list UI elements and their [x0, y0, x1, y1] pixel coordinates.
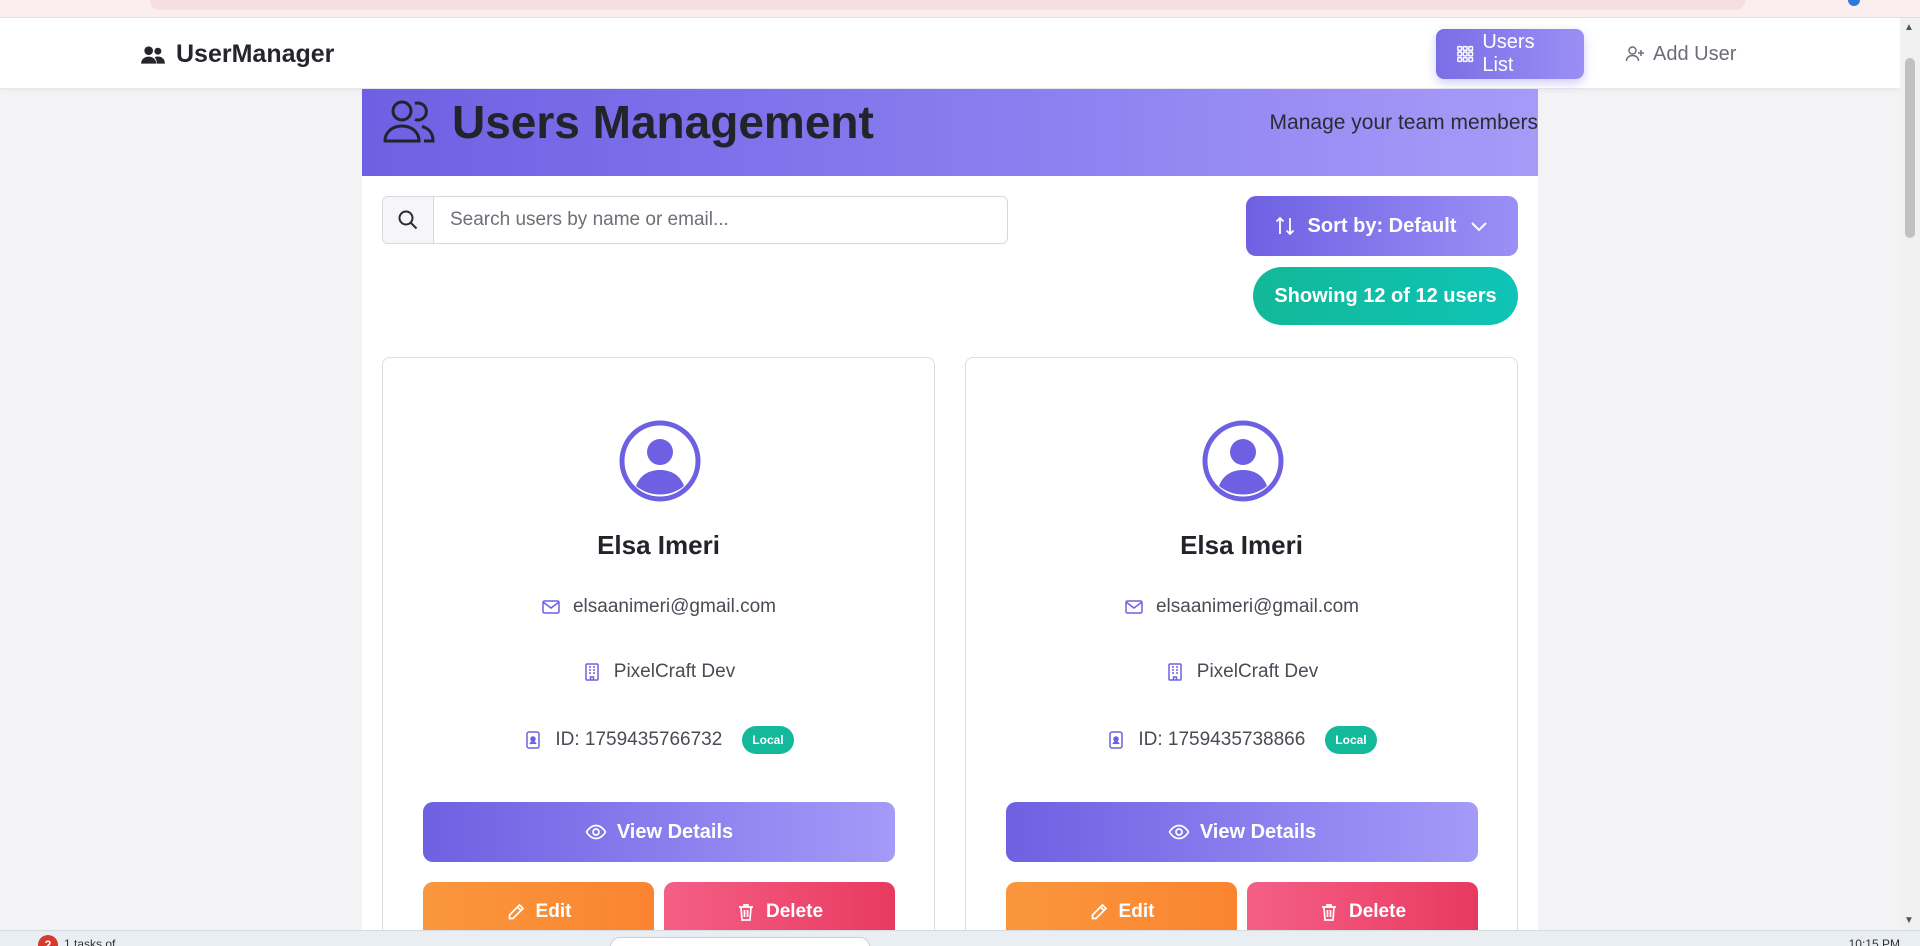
- sort-arrows-icon: [1275, 216, 1294, 236]
- user-email: elsaanimeri@gmail.com: [1155, 596, 1360, 617]
- view-details-button[interactable]: View Details: [1006, 802, 1478, 862]
- user-email-row: elsaanimeri@gmail.com: [966, 596, 1517, 618]
- user-company-row: PixelCraft Dev: [383, 661, 934, 683]
- user-email: elsaanimeri@gmail.com: [572, 596, 777, 617]
- user-name: Elsa Imeri: [597, 530, 720, 560]
- eye-icon: [1168, 824, 1190, 840]
- nav-add-user-label: Add User: [1653, 42, 1737, 65]
- grid-icon: [1457, 45, 1474, 63]
- user-count-badge: Showing 12 of 12 users: [1253, 267, 1518, 325]
- os-taskbar: 2 1 tasks of... 10:15 PM: [0, 930, 1920, 946]
- sort-dropdown[interactable]: Sort by: Default: [1246, 196, 1518, 256]
- view-details-label: View Details: [1199, 820, 1317, 843]
- nav-users-list[interactable]: Users List: [1436, 29, 1584, 79]
- pencil-icon: [1091, 903, 1107, 920]
- person-plus-icon: [1625, 46, 1644, 62]
- edit-label: Edit: [1118, 901, 1155, 922]
- search-bar: [382, 196, 1008, 244]
- user-card: Elsa Imeri elsaanimeri@gmail.com PixelCr…: [965, 357, 1518, 946]
- page-subtitle: Manage your team members: [1269, 111, 1538, 134]
- page-title-text: Users Management: [452, 96, 874, 148]
- user-name: Elsa Imeri: [1180, 530, 1303, 560]
- user-company: PixelCraft Dev: [1196, 661, 1319, 682]
- delete-label: Delete: [765, 901, 824, 922]
- page-scrollbar[interactable]: ▲ ▼: [1900, 18, 1920, 930]
- nav-add-user[interactable]: Add User: [1605, 29, 1756, 79]
- user-id-row: ID: 1759435766732 Local: [383, 726, 934, 754]
- user-id-row: ID: 1759435738866 Local: [966, 726, 1517, 754]
- top-navbar: UserManager Users List Add User: [0, 18, 1900, 89]
- user-avatar-icon: [1202, 420, 1284, 502]
- view-details-label: View Details: [616, 820, 734, 843]
- pencil-icon: [508, 903, 524, 920]
- local-badge: Local: [1325, 726, 1377, 754]
- id-badge-icon: [1109, 731, 1124, 749]
- page-title: Users Management: [382, 95, 874, 149]
- user-id: ID: 1759435738866: [1138, 729, 1306, 750]
- search-input[interactable]: [434, 197, 1007, 243]
- building-icon: [585, 663, 599, 681]
- nav-users-list-label: Users List: [1482, 31, 1535, 76]
- users-panel: Users Management Manage your team member…: [362, 89, 1538, 946]
- brand-logo[interactable]: UserManager: [140, 40, 334, 69]
- view-details-button[interactable]: View Details: [423, 802, 895, 862]
- user-company-row: PixelCraft Dev: [966, 661, 1517, 683]
- user-avatar-icon: [619, 420, 701, 502]
- browser-address-bar[interactable]: [150, 0, 1745, 10]
- building-icon: [1168, 663, 1182, 681]
- eye-icon: [585, 824, 607, 840]
- taskbar-search[interactable]: [610, 937, 870, 946]
- taskbar-clock: 10:15 PM: [1848, 937, 1900, 946]
- edit-label: Edit: [535, 901, 572, 922]
- search-icon: [383, 197, 434, 243]
- delete-label: Delete: [1348, 901, 1407, 922]
- brand-name: UserManager: [176, 40, 335, 68]
- scroll-up-arrow-icon[interactable]: ▲: [1904, 22, 1914, 33]
- local-badge: Local: [742, 726, 794, 754]
- browser-tab-strip: [0, 0, 1920, 18]
- browser-profile-icon[interactable]: [1848, 0, 1860, 6]
- notification-text[interactable]: 1 tasks of...: [64, 937, 125, 946]
- user-email-row: elsaanimeri@gmail.com: [383, 596, 934, 618]
- sort-label: Sort by: Default: [1307, 214, 1457, 237]
- id-badge-icon: [526, 731, 541, 749]
- users-icon: [141, 45, 165, 64]
- scroll-down-arrow-icon[interactable]: ▼: [1904, 915, 1914, 926]
- trash-icon: [1321, 904, 1336, 921]
- envelope-icon: [1125, 600, 1143, 614]
- trash-icon: [738, 904, 753, 921]
- user-id: ID: 1759435766732: [555, 729, 723, 750]
- notification-badge[interactable]: 2: [38, 935, 58, 946]
- people-icon: [383, 100, 435, 143]
- scroll-thumb[interactable]: [1905, 58, 1915, 238]
- page-header: Users Management Manage your team member…: [362, 89, 1538, 176]
- user-card: Elsa Imeri elsaanimeri@gmail.com PixelCr…: [382, 357, 935, 946]
- chevron-down-icon: [1471, 222, 1488, 232]
- user-company: PixelCraft Dev: [613, 661, 736, 682]
- envelope-icon: [542, 600, 560, 614]
